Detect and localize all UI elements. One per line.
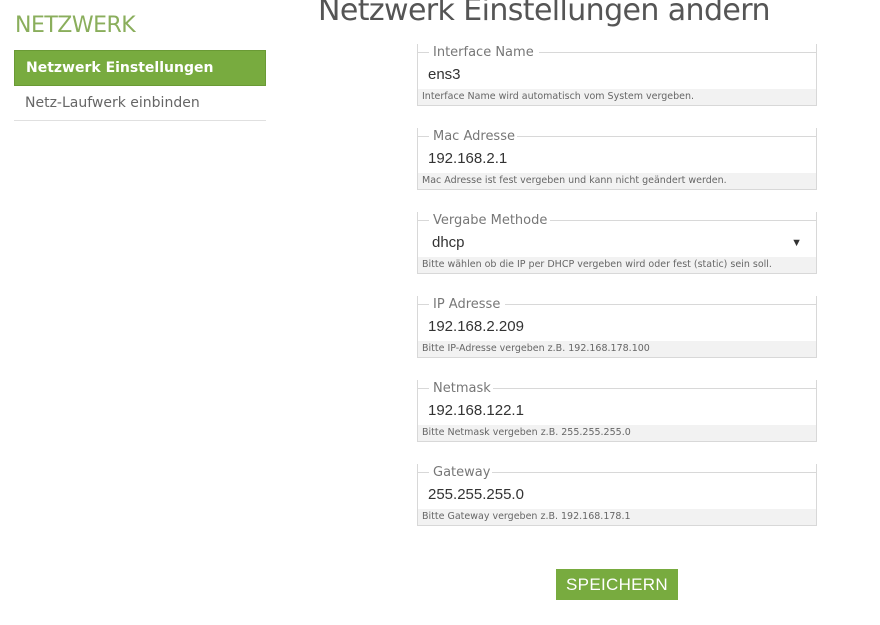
sidebar-item-netz-laufwerk-einbinden[interactable]: Netz-Laufwerk einbinden <box>14 86 266 121</box>
sidebar-title: NETZWERK <box>15 13 136 38</box>
fieldset-border <box>417 220 429 221</box>
fieldset-border <box>515 136 817 137</box>
chevron-down-icon: ▼ <box>791 237 802 249</box>
method-select[interactable]: dhcp ▼ <box>418 230 816 256</box>
fieldset-border <box>417 52 429 53</box>
fieldset-border <box>417 388 429 389</box>
netmask-label: Netmask <box>433 380 493 397</box>
mac-address-hint: Mac Adresse ist fest vergeben und kann n… <box>418 173 816 189</box>
fieldset-border <box>417 472 429 473</box>
fieldset-border <box>491 388 817 389</box>
interface-name-hint: Interface Name wird automatisch vom Syst… <box>418 89 816 105</box>
method-hint: Bitte wählen ob die IP per DHCP vergeben… <box>418 257 816 273</box>
netmask-input[interactable] <box>418 398 816 424</box>
gateway-input[interactable] <box>418 482 816 508</box>
interface-name-label: Interface Name <box>433 44 536 61</box>
method-label: Vergabe Methode <box>433 212 550 229</box>
interface-name-input[interactable] <box>418 62 816 88</box>
gateway-hint: Bitte Gateway vergeben z.B. 192.168.178.… <box>418 509 816 525</box>
page-title: Netzwerk Einstellungen ändern <box>318 0 770 28</box>
ip-address-hint: Bitte IP-Adresse vergeben z.B. 192.168.1… <box>418 341 816 357</box>
netmask-group: Netmask Bitte Netmask vergeben z.B. 255.… <box>417 380 817 442</box>
method-group: Vergabe Methode dhcp ▼ Bitte wählen ob d… <box>417 212 817 274</box>
save-button[interactable]: SPEICHERN <box>556 569 678 600</box>
fieldset-border <box>550 220 817 221</box>
gateway-label: Gateway <box>433 464 493 481</box>
fieldset-border <box>539 52 817 53</box>
sidebar-nav: Netzwerk Einstellungen Netz-Laufwerk ein… <box>14 50 266 121</box>
fieldset-border <box>491 472 817 473</box>
mac-address-label: Mac Adresse <box>433 128 517 145</box>
fieldset-border <box>417 304 429 305</box>
sidebar-item-netzwerk-einstellungen[interactable]: Netzwerk Einstellungen <box>14 50 266 86</box>
gateway-group: Gateway Bitte Gateway vergeben z.B. 192.… <box>417 464 817 526</box>
mac-address-group: Mac Adresse Mac Adresse ist fest vergebe… <box>417 128 817 190</box>
ip-address-label: IP Adresse <box>433 296 503 313</box>
ip-address-group: IP Adresse Bitte IP-Adresse vergeben z.B… <box>417 296 817 358</box>
fieldset-border <box>505 304 817 305</box>
ip-address-input[interactable] <box>418 314 816 340</box>
fieldset-border <box>417 136 429 137</box>
mac-address-input[interactable] <box>418 146 816 172</box>
interface-name-group: Interface Name Interface Name wird autom… <box>417 44 817 106</box>
method-select-value: dhcp <box>432 234 465 251</box>
netmask-hint: Bitte Netmask vergeben z.B. 255.255.255.… <box>418 425 816 441</box>
